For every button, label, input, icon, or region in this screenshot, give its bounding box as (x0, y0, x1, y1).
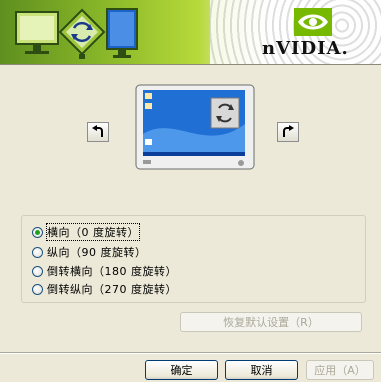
apply-button[interactable]: 应用（A） (306, 360, 374, 380)
radio-button-selected[interactable] (32, 226, 43, 238)
radio-label: 纵向（90 度旋转） (47, 246, 147, 259)
restore-default-button[interactable]: 恢复默认设置（R） (180, 312, 362, 332)
rotate-left-arrow-icon (92, 125, 103, 137)
radio-button[interactable] (32, 283, 43, 295)
display-preview (135, 84, 255, 170)
ok-button[interactable]: 确定 (145, 360, 218, 380)
radio-button[interactable] (32, 265, 43, 277)
monitor-landscape-icon (15, 11, 59, 54)
rotate-left-button[interactable] (87, 122, 109, 142)
nvidia-eye-logo-icon (294, 8, 332, 36)
nvidia-banner: nVIDIA. (0, 0, 381, 65)
radio-landscape-flipped-180[interactable]: 倒转横向（180 度旋转） (32, 263, 177, 279)
rotate-right-button[interactable] (277, 122, 299, 142)
radio-landscape-0[interactable]: 横向（0 度旋转） (32, 223, 140, 241)
radio-label: 倒转横向（180 度旋转） (47, 265, 177, 278)
radio-portrait-90[interactable]: 纵向（90 度旋转） (32, 244, 147, 260)
nvidia-wordmark: nVIDIA. (262, 38, 349, 59)
monitor-portrait-icon (106, 8, 138, 58)
radio-portrait-flipped-270[interactable]: 倒转纵向（270 度旋转） (32, 281, 177, 297)
radio-label: 倒转纵向（270 度旋转） (47, 283, 177, 296)
radio-button[interactable] (32, 246, 43, 258)
footer-divider (0, 352, 381, 354)
radio-label: 横向（0 度旋转） (46, 223, 140, 241)
cancel-button[interactable]: 取消 (225, 360, 298, 380)
rotate-display-icon (58, 8, 106, 59)
rotate-right-arrow-icon (283, 125, 294, 137)
